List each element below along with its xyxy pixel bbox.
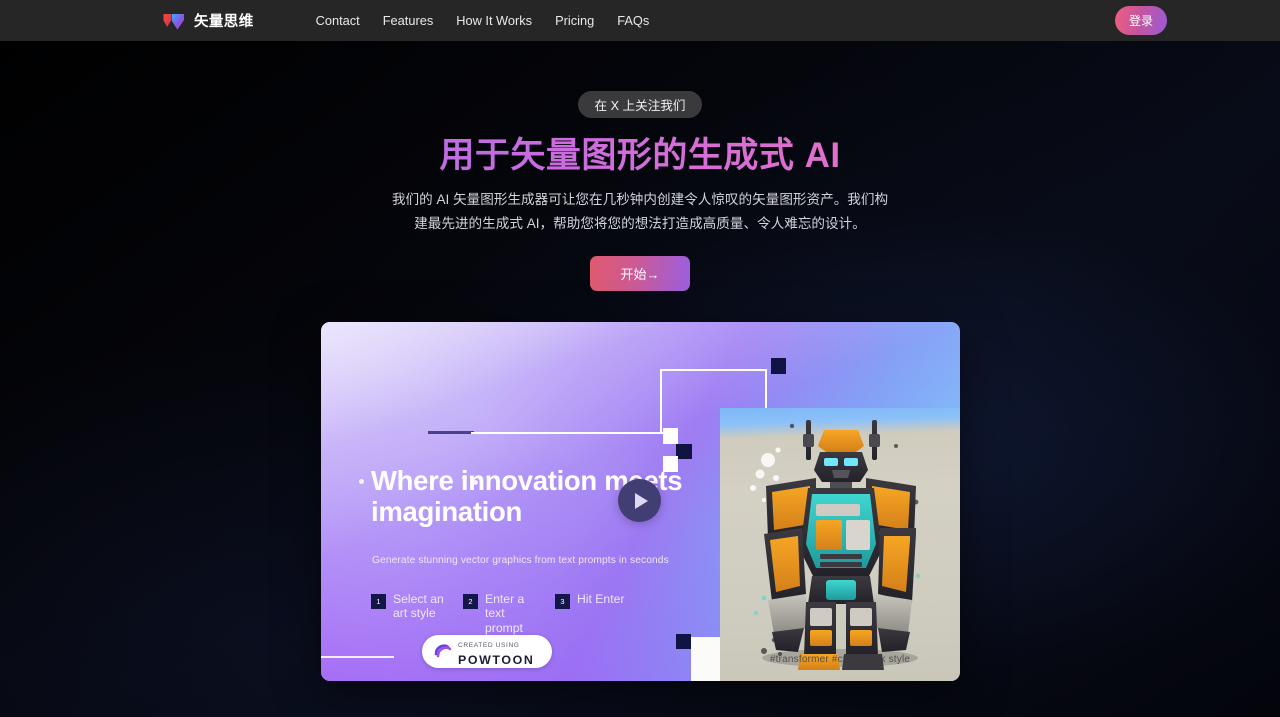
brand-logo[interactable]: 矢量思维 bbox=[163, 10, 254, 31]
login-button[interactable]: 登录 bbox=[1115, 6, 1167, 35]
step-number: 2 bbox=[463, 594, 478, 609]
card-subtitle: Generate stunning vector graphics from t… bbox=[372, 555, 669, 566]
nav-links: Contact Features How It Works Pricing FA… bbox=[316, 13, 650, 28]
decorative-square-white-upper bbox=[663, 428, 678, 444]
video-preview-card[interactable]: Where innovation meets imagination Gener… bbox=[321, 322, 960, 681]
mech-robot-illustration bbox=[750, 420, 921, 670]
watermark-top-label: CREATED USING bbox=[458, 642, 520, 650]
robot-illustration-panel: #transformer #cyberpunk style bbox=[720, 408, 960, 681]
brand-name: 矢量思维 bbox=[194, 14, 254, 30]
step-item-2: 2 Enter a text prompt bbox=[463, 592, 541, 635]
step-item-3: 3 Hit Enter bbox=[555, 592, 624, 609]
step-label: Select an art style bbox=[393, 592, 444, 621]
decorative-square-navy-middle bbox=[676, 444, 692, 459]
watermark-main-label: POWTOON bbox=[458, 652, 535, 667]
powtoon-logo-icon bbox=[433, 641, 452, 663]
decorative-dot-1 bbox=[359, 479, 364, 484]
nav-link-pricing[interactable]: Pricing bbox=[555, 13, 594, 28]
step-label: Hit Enter bbox=[577, 592, 625, 606]
decorative-square-navy-bottom bbox=[676, 634, 691, 649]
top-navigation-bar: 矢量思维 Contact Features How It Works Prici… bbox=[0, 0, 1280, 41]
decorative-line-bottom bbox=[321, 656, 394, 658]
nav-link-how-it-works[interactable]: How It Works bbox=[456, 13, 532, 28]
decorative-square-navy-top bbox=[771, 358, 786, 374]
image-caption: #transformer #cyberpunk style bbox=[769, 654, 911, 665]
get-started-button[interactable]: 开始→ bbox=[590, 256, 690, 292]
powtoon-watermark: CREATED USING POWTOON bbox=[422, 635, 552, 668]
hero-section: 在 X 上关注我们 用于矢量图形的生成式 AI 我们的 AI 矢量图形生成器可让… bbox=[0, 41, 1280, 292]
step-label: Enter a text prompt bbox=[485, 592, 525, 635]
nav-link-contact[interactable]: Contact bbox=[316, 13, 360, 28]
v-logo-icon bbox=[163, 11, 185, 31]
play-icon[interactable] bbox=[618, 479, 661, 522]
step-number: 1 bbox=[371, 594, 386, 609]
step-item-1: 1 Select an art style bbox=[371, 592, 449, 621]
steps-list: 1 Select an art style 2 Enter a text pro… bbox=[371, 592, 624, 635]
hero-subtitle: 我们的 AI 矢量图形生成器可让您在几秒钟内创建令人惊叹的矢量图形资产。我们构建… bbox=[391, 192, 889, 232]
nav-link-features[interactable]: Features bbox=[383, 13, 434, 28]
page-title: 用于矢量图形的生成式 AI bbox=[0, 136, 1280, 175]
nav-link-faqs[interactable]: FAQs bbox=[617, 13, 649, 28]
decorative-line-dark bbox=[428, 431, 474, 434]
decorative-line-white bbox=[471, 432, 666, 434]
follow-on-x-badge[interactable]: 在 X 上关注我们 bbox=[577, 91, 703, 118]
step-number: 3 bbox=[555, 594, 570, 609]
